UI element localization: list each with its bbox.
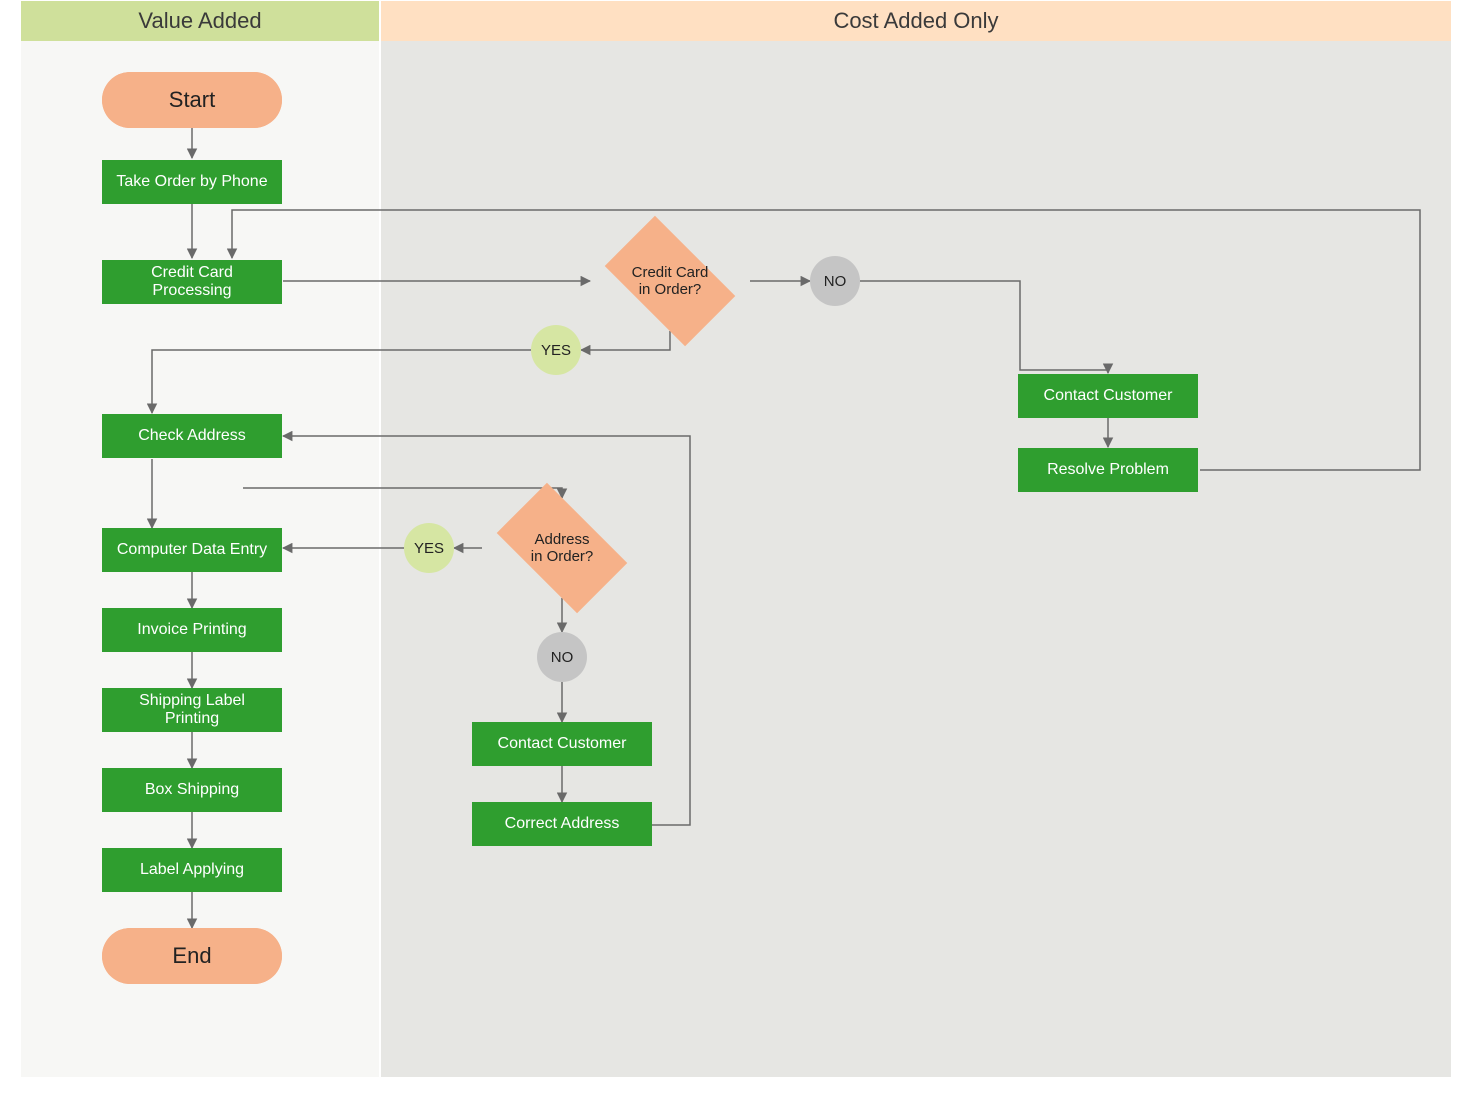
process-credit-processing-label: Credit Card Processing — [111, 264, 273, 300]
connector-no-credit: NO — [810, 256, 860, 306]
process-correct-address-label: Correct Address — [505, 815, 620, 833]
connector-yes-credit: YES — [531, 325, 581, 375]
terminator-end: End — [102, 928, 282, 984]
process-computer-data-entry-label: Computer Data Entry — [117, 541, 267, 559]
connector-yes-label-2: YES — [414, 540, 444, 557]
terminator-start: Start — [102, 72, 282, 128]
terminator-start-label: Start — [169, 87, 215, 113]
process-contact-customer-addr-label: Contact Customer — [498, 735, 627, 753]
process-take-order: Take Order by Phone — [102, 160, 282, 204]
process-computer-data-entry: Computer Data Entry — [102, 528, 282, 572]
connector-no-label-2: NO — [551, 649, 574, 666]
decision-address-label: Address in Order? — [482, 498, 642, 598]
lane-header-value: Value Added — [21, 1, 379, 41]
process-invoice-printing: Invoice Printing — [102, 608, 282, 652]
process-box-shipping: Box Shipping — [102, 768, 282, 812]
lane-title-cost: Cost Added Only — [833, 8, 998, 34]
process-contact-customer-credit-label: Contact Customer — [1044, 387, 1173, 405]
decision-credit-card-label: Credit Card in Order? — [590, 231, 750, 331]
process-shipping-label: Shipping Label Printing — [102, 688, 282, 732]
lane-title-value: Value Added — [138, 8, 261, 34]
process-resolve-problem: Resolve Problem — [1018, 448, 1198, 492]
connector-no-address: NO — [537, 632, 587, 682]
process-credit-processing: Credit Card Processing — [102, 260, 282, 304]
process-resolve-problem-label: Resolve Problem — [1047, 461, 1169, 479]
process-check-address: Check Address — [102, 414, 282, 458]
connector-yes-address: YES — [404, 523, 454, 573]
process-shipping-label-label: Shipping Label Printing — [111, 692, 273, 728]
process-correct-address: Correct Address — [472, 802, 652, 846]
process-label-applying-label: Label Applying — [140, 861, 244, 879]
process-take-order-label: Take Order by Phone — [116, 173, 267, 191]
flowchart-canvas: Value Added Cost Added Only — [0, 0, 1472, 1100]
decision-credit-card: Credit Card in Order? — [590, 231, 750, 331]
process-box-shipping-label: Box Shipping — [145, 781, 239, 799]
decision-address: Address in Order? — [482, 498, 642, 598]
process-check-address-label: Check Address — [138, 427, 246, 445]
process-contact-customer-addr: Contact Customer — [472, 722, 652, 766]
terminator-end-label: End — [172, 943, 211, 969]
connector-no-label-1: NO — [824, 273, 847, 290]
process-contact-customer-credit: Contact Customer — [1018, 374, 1198, 418]
connector-yes-label-1: YES — [541, 342, 571, 359]
process-invoice-printing-label: Invoice Printing — [137, 621, 246, 639]
lane-header-cost: Cost Added Only — [381, 1, 1451, 41]
process-label-applying: Label Applying — [102, 848, 282, 892]
